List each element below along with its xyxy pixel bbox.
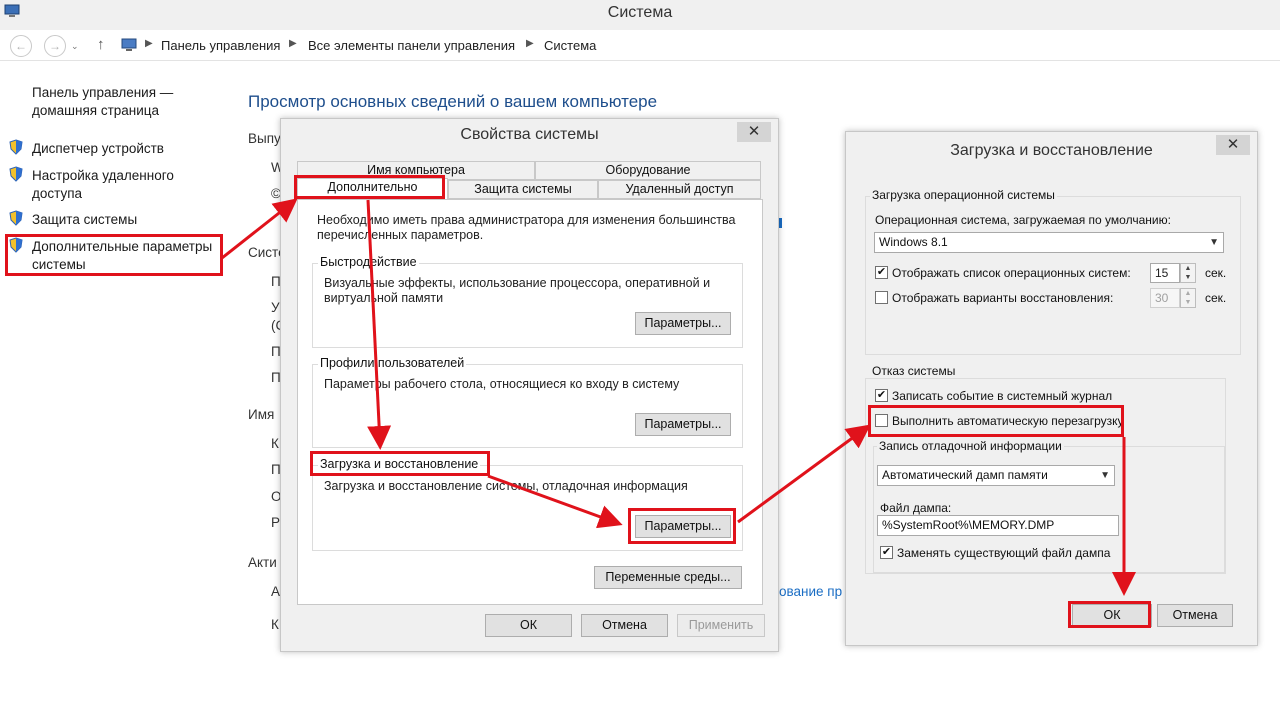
show-os-list-seconds[interactable]: 15 bbox=[1150, 263, 1180, 283]
partial-link[interactable]: ование пр bbox=[779, 584, 842, 599]
partial-text: К bbox=[271, 617, 279, 632]
user-profiles-settings-button[interactable]: Параметры... bbox=[635, 413, 731, 436]
chevron-right-icon[interactable]: ▶ bbox=[289, 38, 297, 49]
title-bar: Система bbox=[0, 0, 1280, 30]
select-value: Автоматический дамп памяти bbox=[882, 468, 1048, 482]
partial-text: К bbox=[271, 436, 279, 451]
highlight-box bbox=[294, 175, 445, 199]
partial-text: А bbox=[271, 584, 281, 599]
performance-label: Быстродействие bbox=[318, 255, 419, 269]
write-event-label: Записать событие в системный журнал bbox=[892, 389, 1113, 403]
link-line: Панель управления — bbox=[32, 85, 174, 100]
ok-button[interactable]: ОК bbox=[485, 614, 572, 637]
address-bar[interactable]: ▶ Панель управления ▶ Все элементы панел… bbox=[118, 34, 1280, 58]
overwrite-dump-label: Заменять существующий файл дампа bbox=[897, 546, 1111, 560]
seconds-unit: сек. bbox=[1205, 291, 1227, 305]
partial-text: Р bbox=[271, 515, 281, 530]
partial-link-fragment bbox=[779, 218, 782, 228]
window-title: Система bbox=[607, 4, 673, 21]
tab-hardware[interactable]: Оборудование bbox=[535, 161, 761, 180]
highlight-box bbox=[1068, 601, 1151, 628]
default-os-select[interactable]: Windows 8.1 ▼ bbox=[874, 232, 1224, 253]
startup-recovery-description: Загрузка и восстановление системы, отлад… bbox=[324, 479, 688, 493]
close-icon[interactable]: ✕ bbox=[737, 122, 771, 142]
navigation-bar: ← → ⌄ ↑ ▶ Панель управления ▶ Все элемен… bbox=[0, 30, 1280, 61]
advanced-tab-panel: Необходимо иметь права администратора дл… bbox=[297, 199, 763, 605]
select-value: Windows 8.1 bbox=[879, 235, 948, 249]
close-icon[interactable]: ✕ bbox=[1216, 135, 1250, 155]
dump-file-input[interactable]: %SystemRoot%\MEMORY.DMP bbox=[877, 515, 1119, 536]
dialog-title: Свойства системы bbox=[460, 126, 599, 143]
note-line: Необходимо иметь права администратора дл… bbox=[317, 213, 736, 227]
cancel-button[interactable]: Отмена bbox=[581, 614, 668, 637]
desc-line: Визуальные эффекты, использование процес… bbox=[324, 276, 711, 290]
tab-remote[interactable]: Удаленный доступ bbox=[598, 180, 761, 199]
chevron-down-icon: ▼ bbox=[1209, 237, 1219, 248]
tab-system-protection[interactable]: Защита системы bbox=[448, 180, 598, 199]
highlight-box bbox=[5, 234, 223, 276]
user-profiles-description: Параметры рабочего стола, относящиеся ко… bbox=[324, 377, 680, 391]
dump-file-label: Файл дампа: bbox=[880, 501, 952, 515]
seconds-unit: сек. bbox=[1205, 266, 1227, 280]
link-line: доступа bbox=[32, 186, 83, 201]
show-recovery-checkbox[interactable] bbox=[875, 291, 888, 304]
startup-recovery-dialog: Загрузка и восстановление ✕ Загрузка опе… bbox=[845, 131, 1258, 646]
dialog-title: Загрузка и восстановление bbox=[950, 142, 1153, 159]
debug-info-label: Запись отладочной информации bbox=[877, 439, 1064, 453]
spin-updown-icon[interactable]: ▲ ▼ bbox=[1180, 288, 1196, 308]
forward-arrow-icon[interactable]: → bbox=[44, 35, 66, 57]
show-os-list-checkbox[interactable]: ✔ bbox=[875, 266, 888, 279]
link-line: домашняя страница bbox=[32, 103, 160, 118]
shield-icon bbox=[9, 139, 23, 155]
desc-line: виртуальной памяти bbox=[324, 291, 444, 305]
back-arrow-icon[interactable]: ← bbox=[10, 35, 32, 57]
system-protection-link[interactable]: Защита системы bbox=[32, 211, 137, 229]
note-line: перечисленных параметров. bbox=[317, 228, 484, 242]
page-heading: Просмотр основных сведений о вашем компь… bbox=[248, 92, 658, 111]
system-failure-label: Отказ системы bbox=[870, 364, 958, 378]
overwrite-dump-checkbox[interactable]: ✔ bbox=[880, 546, 893, 559]
partial-text: Имя bbox=[248, 407, 275, 422]
admin-note: Необходимо иметь права администратора дл… bbox=[317, 213, 735, 243]
os-startup-label: Загрузка операционной системы bbox=[870, 188, 1057, 202]
breadcrumb-control-panel[interactable]: Панель управления bbox=[161, 38, 280, 53]
chevron-right-icon: ▶ bbox=[145, 38, 153, 49]
show-os-list-label: Отображать список операционных систем: bbox=[892, 266, 1131, 280]
apply-button[interactable]: Применить bbox=[677, 614, 765, 637]
performance-settings-button[interactable]: Параметры... bbox=[635, 312, 731, 335]
dump-type-select[interactable]: Автоматический дамп памяти ▼ bbox=[877, 465, 1115, 486]
control-panel-home-link[interactable]: Панель управления — домашняя страница bbox=[32, 84, 173, 120]
environment-variables-button[interactable]: Переменные среды... bbox=[594, 566, 742, 589]
partial-text: Выпу bbox=[248, 131, 281, 146]
remote-settings-link[interactable]: Настройка удаленного доступа bbox=[32, 167, 174, 203]
breadcrumb-all-items[interactable]: Все элементы панели управления bbox=[308, 38, 515, 53]
user-profiles-label: Профили пользователей bbox=[318, 356, 467, 370]
history-dropdown-icon[interactable]: ⌄ bbox=[71, 41, 79, 52]
partial-text: Акти bbox=[248, 555, 277, 570]
highlight-box bbox=[628, 508, 736, 544]
chevron-down-icon: ▼ bbox=[1100, 470, 1110, 481]
highlight-box bbox=[868, 405, 1124, 437]
chevron-right-icon[interactable]: ▶ bbox=[526, 38, 534, 49]
write-event-checkbox[interactable]: ✔ bbox=[875, 389, 888, 402]
partial-text: У bbox=[271, 300, 280, 315]
default-os-label: Операционная система, загружаемая по умо… bbox=[875, 213, 1171, 227]
show-recovery-label: Отображать варианты восстановления: bbox=[892, 291, 1114, 305]
show-recovery-seconds[interactable]: 30 bbox=[1150, 288, 1180, 308]
highlight-box bbox=[310, 451, 490, 476]
link-line: Настройка удаленного bbox=[32, 168, 174, 183]
control-panel-icon bbox=[121, 38, 137, 51]
shield-icon bbox=[9, 166, 23, 182]
cancel-button[interactable]: Отмена bbox=[1157, 604, 1233, 627]
shield-icon bbox=[9, 210, 23, 226]
breadcrumb-system[interactable]: Система bbox=[544, 38, 596, 53]
performance-description: Визуальные эффекты, использование процес… bbox=[324, 276, 710, 306]
up-arrow-icon[interactable]: ↑ bbox=[97, 36, 105, 53]
device-manager-link[interactable]: Диспетчер устройств bbox=[32, 140, 164, 158]
spin-updown-icon[interactable]: ▲ ▼ bbox=[1180, 263, 1196, 283]
